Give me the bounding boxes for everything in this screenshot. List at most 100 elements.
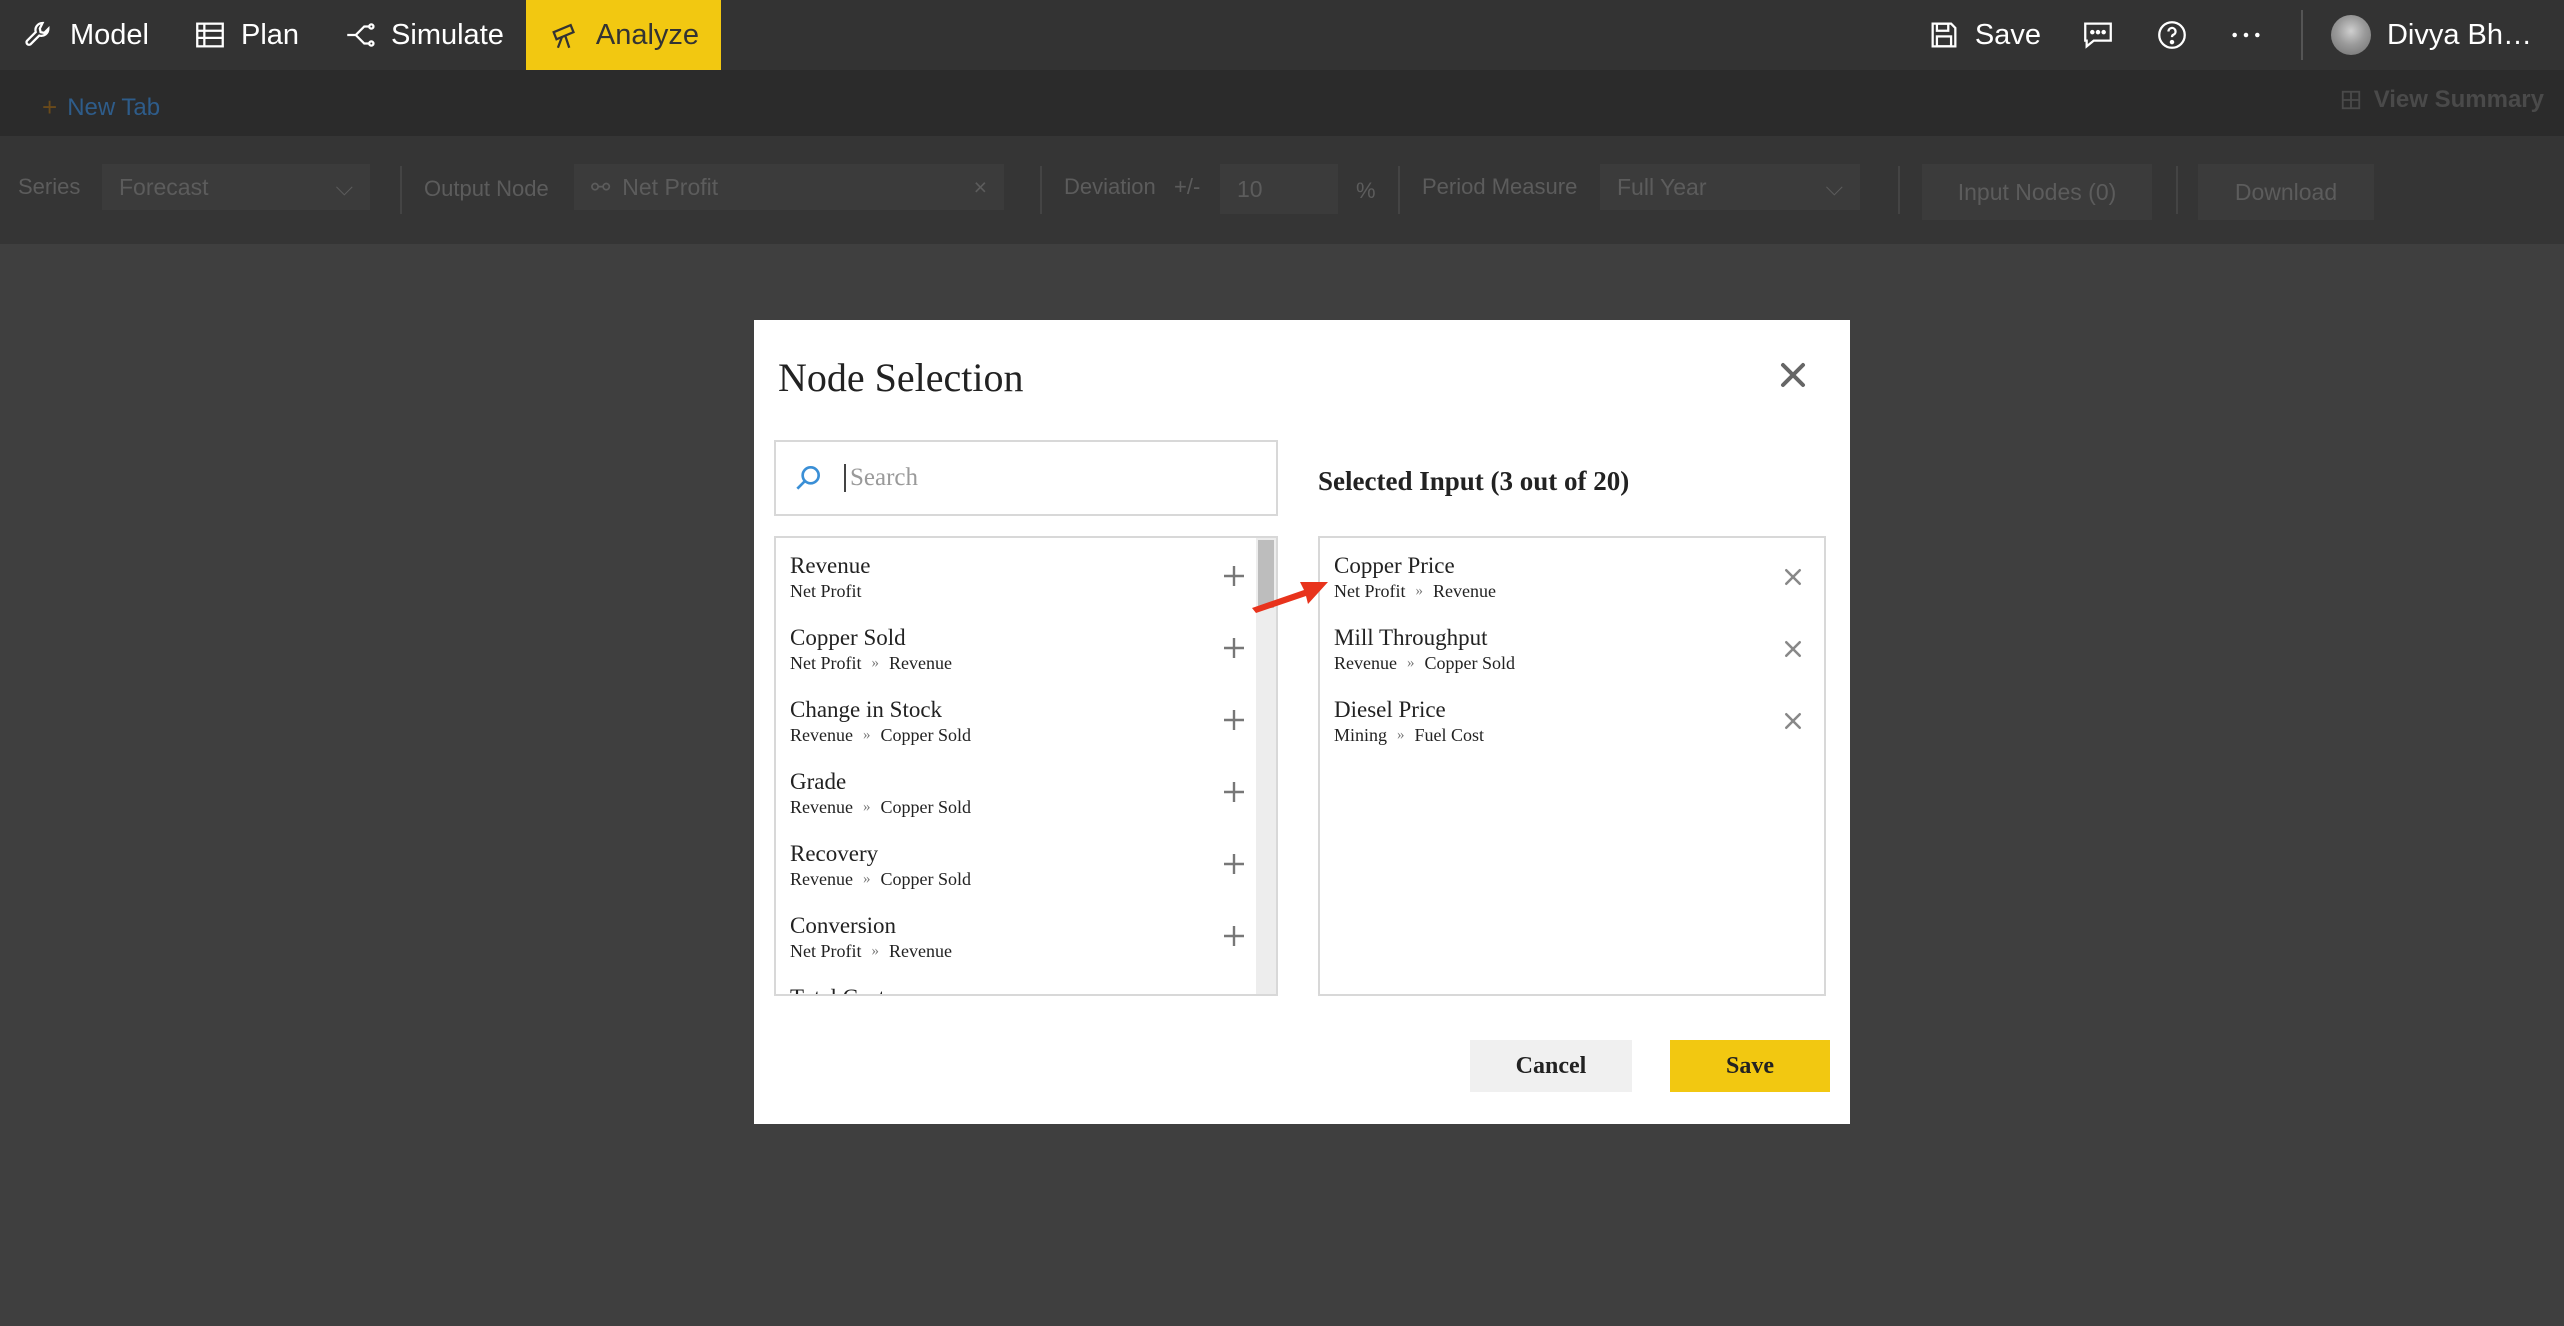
output-node-value: Net Profit [622, 173, 719, 200]
chevron-down-icon: ⌵ [335, 173, 353, 200]
search-box[interactable] [774, 440, 1278, 516]
top-nav: Model Plan Simulate Analyze Save Divya B… [0, 0, 2564, 70]
avatar[interactable] [2330, 15, 2371, 55]
more-icon [2232, 32, 2260, 38]
help-button[interactable] [2155, 18, 2189, 52]
add-icon[interactable] [1222, 852, 1246, 876]
new-tab-button[interactable]: + New Tab [42, 92, 160, 123]
node-name: Recovery [790, 841, 879, 866]
series-value: Forecast [119, 173, 209, 200]
floppy-disk-icon [1931, 22, 1957, 48]
toolbar-divider [1398, 166, 1400, 214]
node-path: Revenue » Copper Sold [1334, 652, 1824, 674]
double-chevron-right-icon: » [1406, 655, 1415, 671]
deviation-label: Deviation [1064, 174, 1156, 199]
deviation-input[interactable]: 10 [1220, 164, 1338, 214]
nav-plan-label: Plan [241, 18, 300, 51]
list-item[interactable]: Recovery Revenue » Copper Sold [776, 826, 1276, 898]
path-segment: Copper Sold [880, 797, 971, 817]
selected-item: Mill Throughput Revenue » Copper Sold [1320, 610, 1824, 682]
path-segment: Copper Sold [880, 869, 971, 889]
path-segment: Fuel Cost [1414, 725, 1485, 745]
save-button[interactable]: Save [1670, 1040, 1830, 1092]
remove-icon[interactable] [1784, 568, 1802, 586]
add-icon[interactable] [1222, 924, 1246, 948]
clear-icon[interactable]: × [974, 174, 987, 201]
series-label: Series [18, 174, 81, 199]
nav-divider [2300, 10, 2303, 60]
telescope-icon [552, 23, 575, 49]
remove-icon[interactable] [1784, 712, 1802, 730]
close-icon[interactable] [1778, 360, 1808, 390]
nav-model-label: Model [70, 18, 149, 51]
nav-plan[interactable]: Plan [171, 0, 321, 70]
node-name: Conversion [790, 913, 897, 938]
path-segment: Revenue [790, 725, 853, 745]
annotation-arrow-icon [1252, 582, 1328, 613]
selected-input-title: Selected Input (3 out of 20) [1318, 466, 1630, 496]
path-segment: Revenue [1433, 581, 1496, 601]
tab-bar [0, 70, 2564, 136]
more-button[interactable] [2229, 18, 2263, 52]
new-tab-label: New Tab [67, 93, 161, 121]
series-select[interactable]: Forecast ⌵ [102, 164, 370, 210]
node-name: Mill Throughput [1334, 625, 1488, 650]
add-icon[interactable] [1222, 564, 1246, 588]
nav-model[interactable]: Model [0, 0, 171, 70]
double-chevron-right-icon: » [862, 871, 871, 887]
period-measure-select[interactable]: Full Year ⌵ [1600, 164, 1860, 210]
input-nodes-button[interactable]: Input Nodes (0) [1922, 164, 2152, 220]
comments-button[interactable] [2081, 18, 2115, 52]
download-button[interactable]: Download [2198, 164, 2374, 220]
path-segment: Revenue [790, 797, 853, 817]
list-item[interactable]: Revenue Net Profit [776, 538, 1276, 610]
path-segment: Mining [1334, 725, 1388, 745]
nav-analyze[interactable]: Analyze [525, 0, 722, 70]
period-measure-label: Period Measure [1422, 174, 1578, 199]
search-icon [796, 466, 820, 490]
path-segment: Net Profit [790, 653, 862, 673]
output-node-field[interactable]: ⚯ Net Profit × [574, 164, 1004, 210]
list-item[interactable]: Change in Stock Revenue » Copper Sold [776, 682, 1276, 754]
list-item[interactable]: Grade Revenue » Copper Sold [776, 754, 1276, 826]
path-segment: Net Profit [790, 941, 862, 961]
nav-simulate-label: Simulate [391, 18, 504, 51]
node-path: Net Profit » Revenue [790, 652, 1276, 674]
selected-nodes-list: Copper Price Net Profit » Revenue Mill Thr… [1318, 536, 1826, 996]
add-icon[interactable] [1222, 636, 1246, 660]
path-segment: Revenue [889, 653, 952, 673]
node-name: Grade [790, 769, 847, 794]
list-item[interactable]: Copper Sold Net Profit » Revenue [776, 610, 1276, 682]
deviation-sign: +/- [1174, 174, 1201, 199]
deviation-value: 10 [1237, 175, 1263, 202]
node-name: Copper Sold [790, 625, 906, 650]
list-item[interactable]: Total Cost [776, 970, 1276, 994]
node-path: Revenue » Copper Sold [790, 868, 1276, 890]
selected-item: Copper Price Net Profit » Revenue [1320, 538, 1824, 610]
available-nodes-list[interactable]: Revenue Net Profit Copper Sold Net Profi… [774, 536, 1278, 996]
path-segment: Net Profit [1334, 581, 1406, 601]
double-chevron-right-icon: » [1415, 583, 1424, 599]
search-input[interactable] [844, 464, 1264, 492]
view-summary-button[interactable]: View Summary [2340, 86, 2544, 114]
remove-icon[interactable] [1784, 640, 1802, 658]
node-name: Total Cost [790, 984, 1276, 994]
double-chevron-right-icon: » [871, 655, 880, 671]
path-segment: Revenue [889, 941, 952, 961]
node-name: Copper Price [1334, 553, 1455, 578]
user-name[interactable]: Divya Bh… [2387, 19, 2532, 52]
add-icon[interactable] [1222, 780, 1246, 804]
help-icon [2158, 21, 2186, 49]
path-segment: Copper Sold [880, 725, 971, 745]
save-nav-button[interactable]: Save [1927, 18, 2041, 52]
node-name: Change in Stock [790, 697, 943, 722]
list-item[interactable]: Conversion Net Profit » Revenue [776, 898, 1276, 970]
path-segment: Copper Sold [1424, 653, 1515, 673]
add-icon[interactable] [1222, 708, 1246, 732]
save-nav-label: Save [1974, 18, 2041, 51]
period-measure-value: Full Year [1617, 173, 1707, 200]
nav-simulate[interactable]: Simulate [321, 0, 526, 70]
node-graph-icon: ⚯ [591, 173, 611, 200]
grid-icon [2341, 90, 2360, 110]
cancel-button[interactable]: Cancel [1470, 1040, 1632, 1092]
